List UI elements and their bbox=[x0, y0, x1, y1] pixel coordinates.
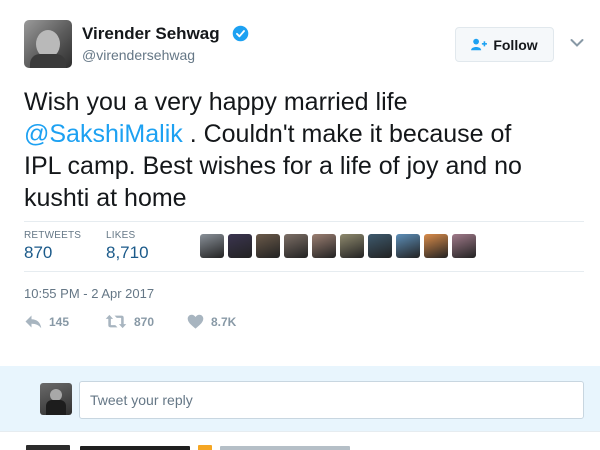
current-user-avatar bbox=[40, 383, 72, 415]
like-button[interactable]: 8.7K bbox=[187, 314, 236, 329]
tweet-line-1: Wish you a very happy married life bbox=[24, 88, 408, 116]
avatar-body bbox=[30, 54, 66, 68]
liker-avatar[interactable] bbox=[228, 234, 252, 258]
retweets-label: RETWEETS bbox=[24, 230, 82, 241]
likes-count[interactable]: 8,710 bbox=[106, 243, 149, 263]
liker-avatar[interactable] bbox=[452, 234, 476, 258]
reply-composer: Tweet your reply bbox=[0, 366, 600, 431]
next-tweet-badge bbox=[198, 445, 212, 450]
next-tweet-handle bbox=[220, 446, 350, 450]
liker-avatar[interactable] bbox=[424, 234, 448, 258]
author-avatar[interactable] bbox=[24, 20, 72, 68]
retweets-count[interactable]: 870 bbox=[24, 243, 52, 263]
next-tweet-author bbox=[80, 446, 190, 450]
retweet-count: 870 bbox=[134, 314, 155, 329]
reply-input[interactable]: Tweet your reply bbox=[79, 381, 584, 419]
reply-count: 145 bbox=[49, 314, 70, 329]
liker-avatar[interactable] bbox=[396, 234, 420, 258]
liker-avatar[interactable] bbox=[368, 234, 392, 258]
likes-label: LIKES bbox=[106, 230, 136, 241]
follow-button-label: Follow bbox=[493, 36, 538, 53]
reply-icon bbox=[25, 315, 42, 329]
author-name[interactable]: Virender Sehwag bbox=[82, 24, 220, 44]
reply-button[interactable]: 145 bbox=[24, 314, 69, 329]
verified-badge-icon bbox=[232, 25, 249, 42]
current-user-avatar-body bbox=[46, 400, 66, 415]
mention-link[interactable]: @SakshiMalik bbox=[24, 120, 183, 148]
author-handle[interactable]: @virendersehwag bbox=[82, 47, 195, 63]
liker-avatar[interactable] bbox=[256, 234, 280, 258]
like-count: 8.7K bbox=[211, 314, 237, 329]
next-tweet-avatar bbox=[26, 445, 70, 450]
retweet-button[interactable]: 870 bbox=[105, 314, 154, 329]
follow-button[interactable]: Follow bbox=[455, 27, 554, 62]
heart-icon bbox=[187, 314, 204, 329]
retweet-icon bbox=[105, 314, 127, 329]
likers-avatars bbox=[200, 234, 476, 258]
liker-avatar[interactable] bbox=[312, 234, 336, 258]
person-plus-icon bbox=[471, 38, 488, 51]
next-tweet-preview bbox=[0, 431, 600, 450]
liker-avatar[interactable] bbox=[200, 234, 224, 258]
tweet-timestamp[interactable]: 10:55 PM - 2 Apr 2017 bbox=[24, 286, 154, 301]
tweet-line-3: IPL camp. Best wishes for a life of joy … bbox=[24, 152, 522, 180]
tweet-text: Wish you a very happy married life @Saks… bbox=[24, 86, 594, 214]
tweet-line-2-rest: . Couldn't make it because of bbox=[182, 120, 512, 148]
tweet-line-2: @SakshiMalik . Couldn't make it because … bbox=[24, 118, 594, 150]
liker-avatar[interactable] bbox=[284, 234, 308, 258]
divider-bottom bbox=[24, 271, 584, 272]
liker-avatar[interactable] bbox=[340, 234, 364, 258]
tweet-line-4: kushti at home bbox=[24, 184, 187, 212]
divider-top bbox=[24, 221, 584, 222]
chevron-down-icon[interactable] bbox=[570, 38, 584, 48]
